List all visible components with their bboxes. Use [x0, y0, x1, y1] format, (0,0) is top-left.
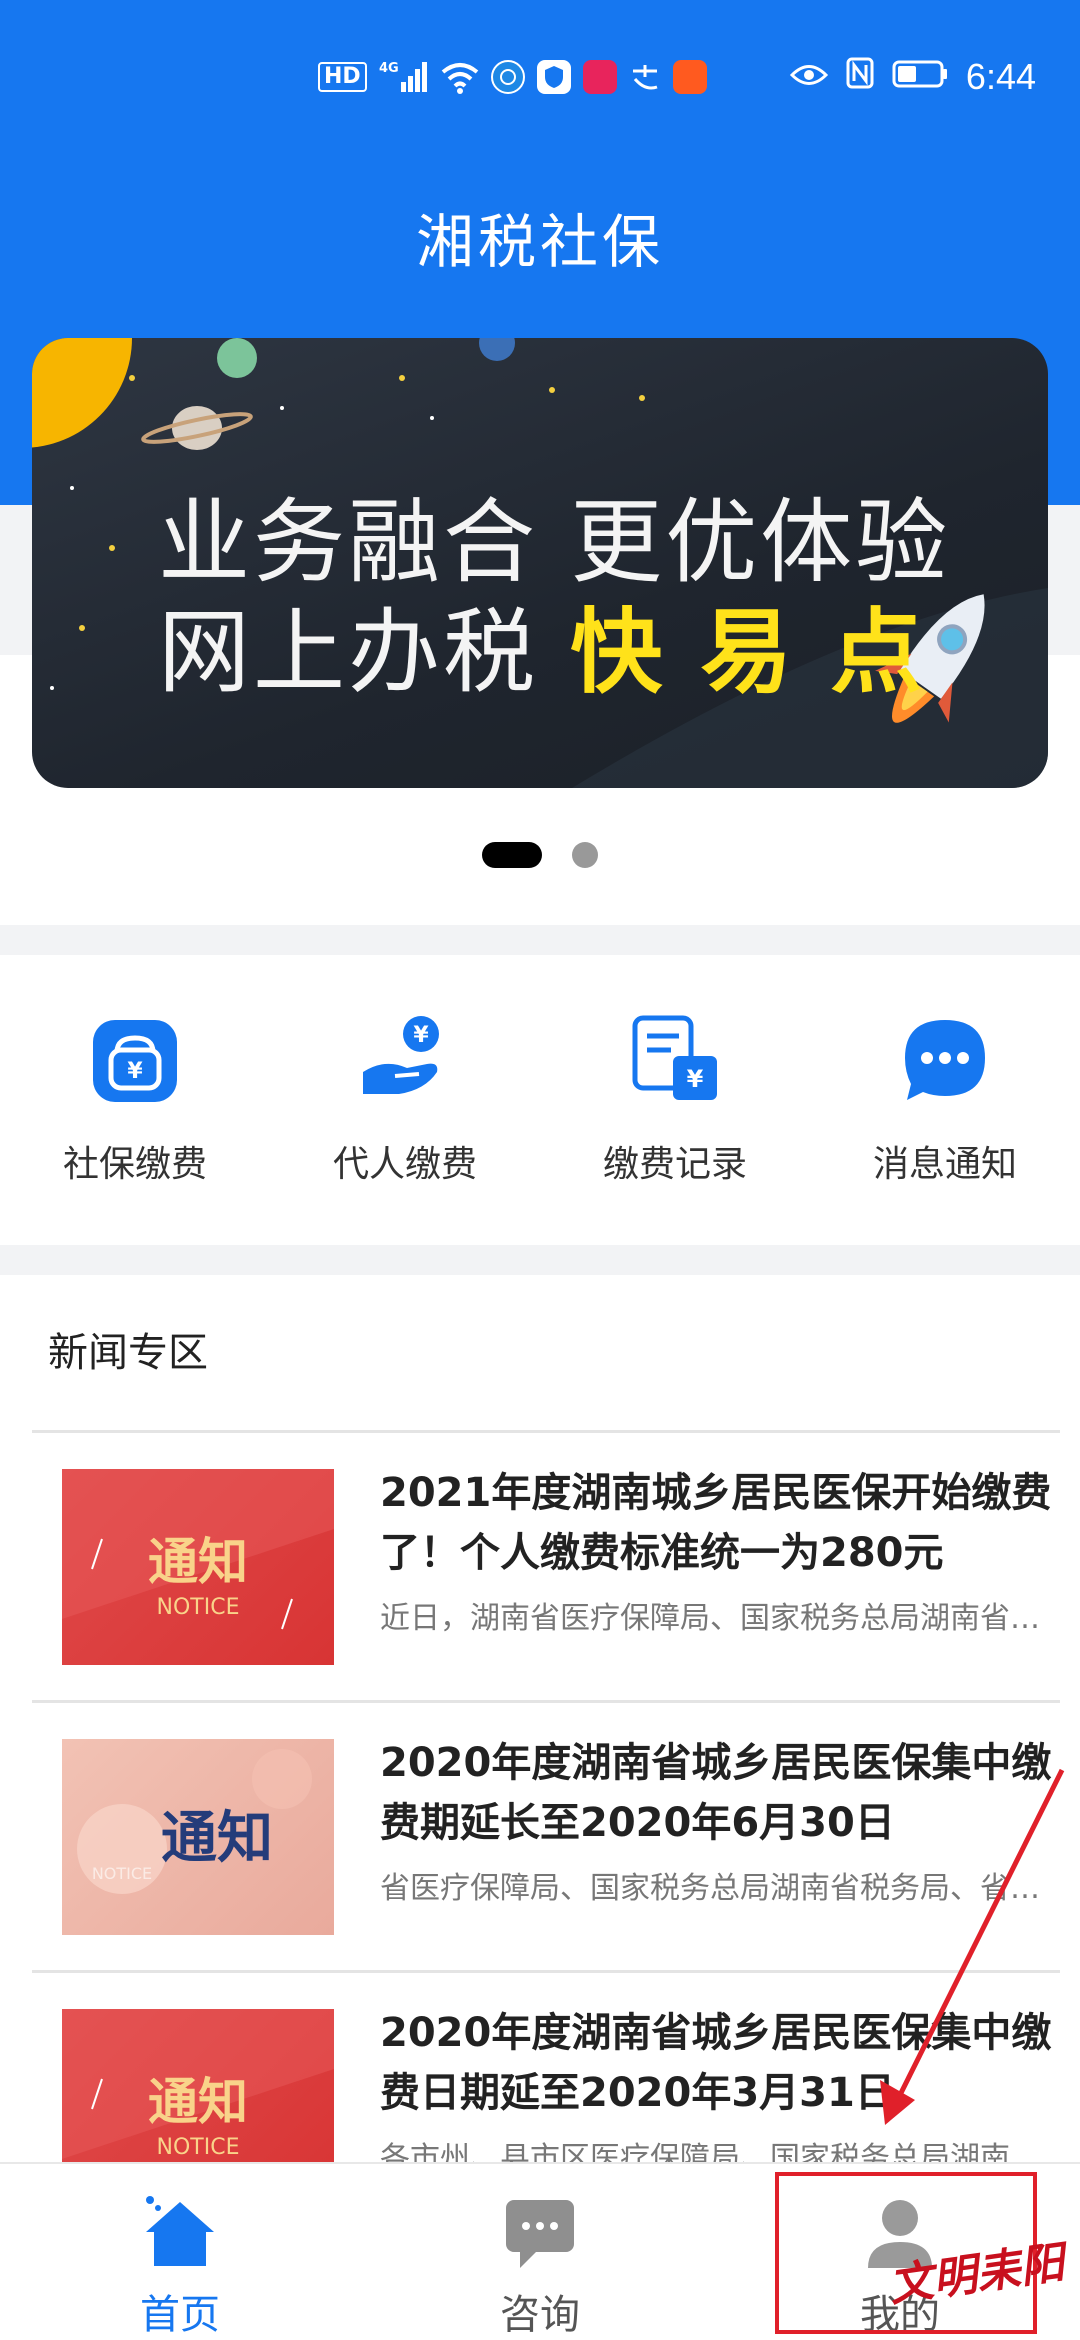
action-message-notifications[interactable]: 消息通知 — [810, 955, 1080, 1245]
svg-text:¥: ¥ — [413, 1023, 429, 1048]
chat-icon — [495, 2188, 585, 2276]
payment-record-icon: ¥ — [620, 1005, 730, 1115]
planet-green — [217, 338, 257, 378]
svg-text:¥: ¥ — [127, 1059, 143, 1084]
eye-icon — [789, 57, 829, 97]
battery-icon — [892, 57, 948, 97]
thumb-text: 通知 — [148, 2073, 248, 2131]
action-label: 缴费记录 — [602, 1144, 747, 1185]
nav-consult[interactable]: 咨询 — [360, 2164, 720, 2340]
thumb-subtext: NOTICE — [157, 1595, 240, 1620]
news-summary: 省医疗保障局、国家税务总局湖南省税务局、省财... — [380, 1871, 1060, 1906]
thumb-text: 通知 — [148, 1533, 248, 1591]
saturn-planet — [172, 406, 222, 450]
thumb-subtext: NOTICE — [92, 1864, 152, 1883]
taobao-app-icon — [672, 60, 707, 94]
section-divider — [0, 1245, 1080, 1275]
wallet-icon: ¥ — [80, 1005, 190, 1115]
planet-blue — [479, 338, 515, 361]
thumb-text: 通知 — [161, 1806, 273, 1871]
banner-pager — [0, 842, 1080, 868]
signal-type-label: 4G — [379, 61, 399, 76]
page-title: 湘税社保 — [415, 208, 664, 276]
news-headline: 2020年度湖南省城乡居民医保集中缴费日期延至2020年3月31日 — [380, 2010, 1052, 2116]
hd-icon: HD — [318, 62, 367, 92]
status-bar: HD 4G 6:44 — [0, 0, 1080, 160]
pager-dot[interactable] — [572, 842, 598, 868]
status-right-icons: 6:44 — [789, 56, 1036, 98]
banner-headline-2-prefix: 网上办税 — [158, 599, 571, 706]
nav-label: 首页 — [140, 2292, 220, 2338]
news-section-title: 新闻专区 — [48, 1330, 208, 1376]
action-label: 消息通知 — [872, 1144, 1017, 1185]
action-payment-records[interactable]: ¥ 缴费记录 — [540, 955, 810, 1245]
status-time: 6:44 — [965, 56, 1036, 97]
tmall-app-icon — [582, 60, 617, 94]
svg-text:¥: ¥ — [687, 1065, 704, 1093]
thumb-subtext: NOTICE — [157, 2135, 240, 2160]
news-item[interactable]: 通知 NOTICE 2021年度湖南城乡居民医保开始缴费了！个人缴费标准统一为2… — [32, 1430, 1060, 1700]
banner-headline-2: 网上办税 快易点 — [158, 578, 960, 711]
nav-home[interactable]: 首页 — [0, 2164, 360, 2340]
banner-accent-text: 快易点 — [570, 599, 961, 706]
nfc-icon — [846, 57, 874, 98]
promo-banner[interactable]: 业务融合 更优体验 网上办税 快易点 — [32, 338, 1048, 788]
status-left-icons: HD 4G — [318, 60, 707, 94]
action-label: 代人缴费 — [332, 1144, 477, 1185]
news-item[interactable]: 通知 NOTICE 2020年度湖南省城乡居民医保集中缴费期延长至2020年6月… — [32, 1700, 1060, 1970]
action-label: 社保缴费 — [62, 1144, 207, 1185]
vpn-icon — [490, 60, 525, 94]
news-summary: 近日，湖南省医疗保障局、国家税务总局湖南省税... — [380, 1601, 1060, 1636]
shield-icon — [536, 60, 571, 94]
alipay-icon — [629, 61, 661, 93]
news-thumbnail: 通知 NOTICE — [62, 1469, 334, 1665]
action-proxy-payment[interactable]: ¥ 代人缴费 — [270, 955, 540, 1245]
nav-label: 咨询 — [500, 2292, 580, 2338]
home-icon — [135, 2188, 225, 2276]
quick-actions: ¥ 社保缴费 ¥ 代人缴费 ¥ 缴费记录 消息通知 — [0, 955, 1080, 1245]
section-divider — [0, 925, 1080, 955]
action-social-insurance-payment[interactable]: ¥ 社保缴费 — [0, 955, 270, 1245]
message-icon — [890, 1005, 1000, 1115]
4g-signal-icon: 4G — [379, 60, 429, 94]
news-list: 通知 NOTICE 2021年度湖南城乡居民医保开始缴费了！个人缴费标准统一为2… — [32, 1430, 1060, 2240]
news-thumbnail: 通知 NOTICE — [62, 1739, 334, 1935]
news-headline: 2021年度湖南城乡居民医保开始缴费了！个人缴费标准统一为280元 — [380, 1470, 1052, 1576]
hand-payment-icon: ¥ — [350, 1005, 460, 1115]
pager-dot-active[interactable] — [482, 842, 542, 868]
wifi-icon — [441, 60, 479, 94]
sun-shape — [32, 338, 132, 448]
news-headline: 2020年度湖南省城乡居民医保集中缴费期延长至2020年6月30日 — [380, 1740, 1052, 1846]
